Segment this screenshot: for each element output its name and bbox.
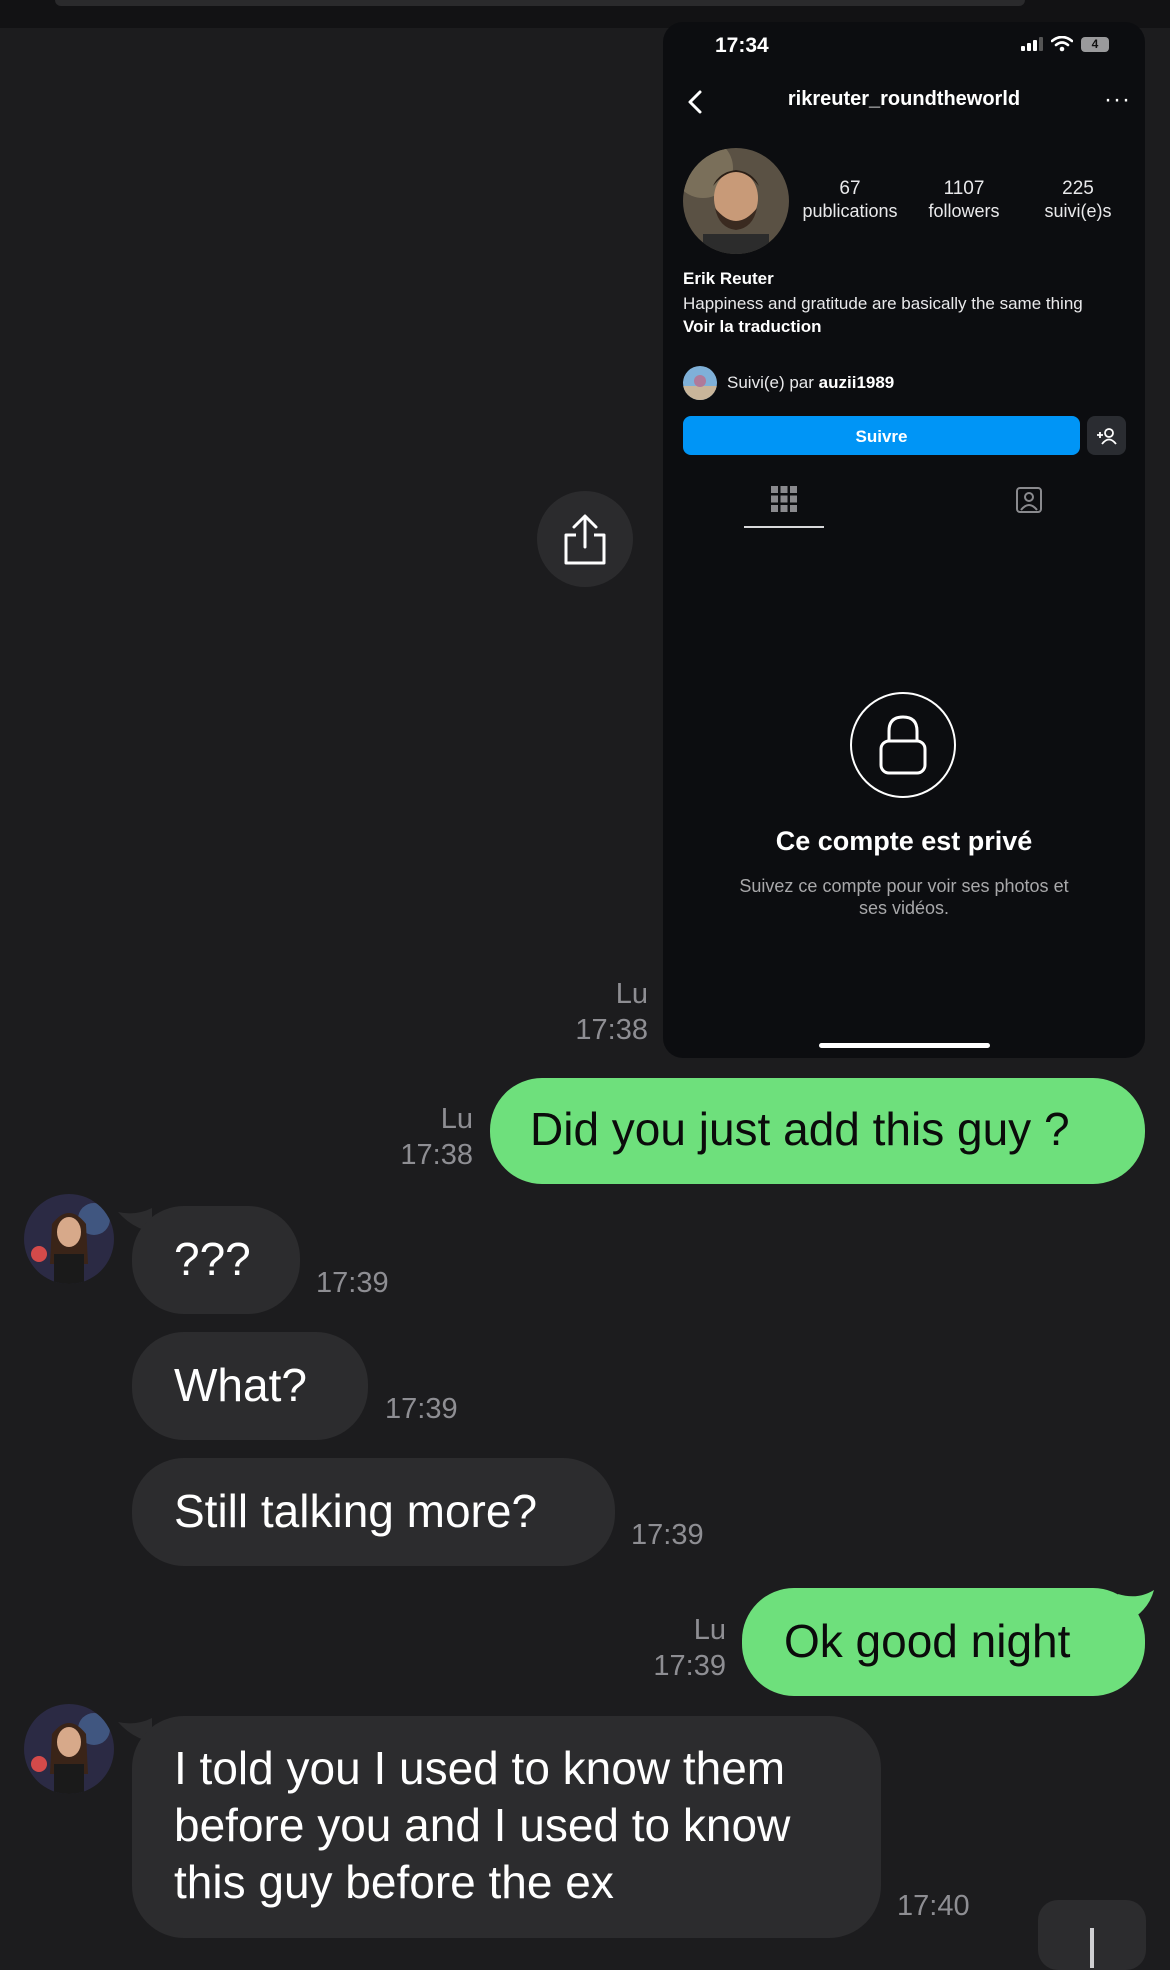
grid-icon (771, 486, 797, 512)
tab-grid[interactable] (744, 482, 824, 528)
incoming-message-bubble[interactable]: What? (132, 1332, 368, 1440)
arrow-down-icon (1090, 1928, 1094, 1968)
signal-icon (1021, 37, 1043, 51)
more-options-icon[interactable]: ··· (1104, 86, 1131, 114)
profile-username: rikreuter_roundtheworld (787, 88, 1021, 110)
incoming-message-bubble[interactable]: Still talking more? (132, 1458, 615, 1566)
message-timestamp: 17:39 (316, 1267, 389, 1299)
shared-screenshot[interactable]: 17:34 4 rikreuter_roundtheworld ··· 67 p… (663, 22, 1145, 1058)
followed-by-prefix: Suivi(e) par (727, 373, 814, 392)
wifi-icon (1051, 36, 1073, 52)
stat-followers[interactable]: 1107 followers (907, 178, 1021, 222)
message-text: Did you just add this guy ? (530, 1103, 1070, 1155)
stat-following[interactable]: 225 suivi(e)s (1021, 178, 1135, 222)
status-time: 17:34 (715, 34, 769, 57)
timestamp-day: Lu (440, 1103, 473, 1135)
battery-icon: 4 (1081, 36, 1109, 52)
translate-link[interactable]: Voir la traduction (683, 317, 822, 337)
sender-avatar[interactable] (24, 1194, 114, 1284)
share-button[interactable] (537, 491, 633, 587)
message-text: Ok good night (784, 1615, 1071, 1667)
profile-bio: Happiness and gratitude are basically th… (683, 294, 1083, 313)
followed-by[interactable]: Suivi(e) par auzii1989 (683, 366, 894, 400)
profile-full-name: Erik Reuter (683, 269, 774, 288)
stat-value: 225 (1062, 178, 1094, 199)
top-bar-pill (55, 0, 1025, 6)
private-account-description: Suivez ce compte pour voir ses photos et… (739, 876, 1069, 918)
message-text: What? (174, 1359, 307, 1411)
message-timestamp: Lu 17:38 (520, 976, 648, 1048)
private-account-title: Ce compte est privé (775, 826, 1033, 856)
outgoing-message-bubble[interactable]: Ok good night (742, 1588, 1145, 1696)
follow-button[interactable]: Suivre (683, 416, 1080, 455)
timestamp-day: Lu (693, 1614, 726, 1646)
tagged-icon (1016, 487, 1042, 513)
stat-label: followers (928, 201, 1000, 221)
message-timestamp: Lu 17:39 (620, 1612, 726, 1684)
incoming-message-bubble[interactable]: ??? (132, 1206, 300, 1314)
message-timestamp: 17:40 (897, 1890, 970, 1922)
message-text: ??? (174, 1233, 251, 1285)
status-icons: 4 (1021, 36, 1109, 52)
message-timestamp: 17:39 (385, 1393, 458, 1425)
scroll-down-button[interactable] (1038, 1900, 1146, 1970)
timestamp-time: 17:38 (575, 1014, 648, 1046)
message-text: I told you I used to know them before yo… (174, 1742, 791, 1908)
stat-value: 67 (839, 178, 861, 199)
profile-stats: 67 publications 1107 followers 225 suivi… (793, 178, 1135, 222)
add-user-icon[interactable] (1087, 416, 1126, 455)
timestamp-time: 17:38 (400, 1139, 473, 1171)
outgoing-message-bubble[interactable]: Did you just add this guy ? (490, 1078, 1145, 1184)
share-icon (564, 514, 606, 565)
home-indicator (819, 1043, 990, 1048)
message-text: Still talking more? (174, 1485, 538, 1537)
message-timestamp: 17:39 (631, 1519, 704, 1551)
sender-avatar[interactable] (24, 1704, 114, 1794)
lock-icon (850, 692, 956, 798)
followed-by-user: auzii1989 (818, 373, 895, 392)
timestamp-day: Lu (615, 978, 648, 1010)
message-timestamp: Lu 17:38 (355, 1101, 473, 1173)
follower-avatar (683, 366, 717, 400)
stat-publications[interactable]: 67 publications (793, 178, 907, 222)
profile-avatar (683, 148, 789, 254)
timestamp-time: 17:39 (653, 1650, 726, 1682)
incoming-message-bubble[interactable]: I told you I used to know them before yo… (132, 1716, 881, 1938)
stat-label: publications (802, 201, 898, 221)
stat-value: 1107 (943, 178, 985, 199)
stat-label: suivi(e)s (1044, 201, 1112, 221)
tab-tagged[interactable] (989, 482, 1069, 528)
